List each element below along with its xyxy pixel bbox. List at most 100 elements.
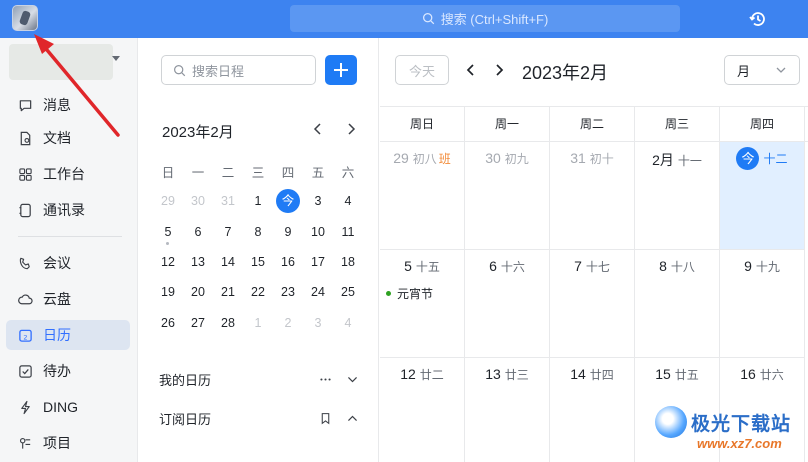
day-cell[interactable]: 6 十六	[465, 250, 550, 358]
app-logo[interactable]	[12, 5, 38, 31]
mini-prev-month-icon[interactable]	[311, 122, 325, 136]
chevron-down-icon[interactable]	[112, 56, 120, 61]
mini-day[interactable]: 26	[153, 316, 183, 330]
mini-day[interactable]: 21	[213, 285, 243, 299]
mini-day[interactable]: 28	[213, 316, 243, 330]
nav-item-docs[interactable]: 文档	[6, 123, 130, 153]
chevron-down-icon[interactable]	[346, 373, 359, 386]
day-label: 2月 十一	[635, 150, 719, 170]
mini-day[interactable]: 10	[303, 225, 333, 239]
nav-item-label: 会议	[43, 255, 71, 271]
weekday-label: 周二	[550, 107, 635, 142]
month-view: 今天 2023年2月 月 周日 周一 周二 周三 周四 29 初八班 30 初九 3…	[380, 38, 808, 462]
day-cell[interactable]: 7 十七	[550, 250, 635, 358]
day-cell[interactable]: 8 十八	[635, 250, 720, 358]
nav-item-project[interactable]: 项目	[6, 428, 130, 458]
mini-day[interactable]: 20	[183, 285, 213, 299]
mini-day[interactable]: 22	[243, 285, 273, 299]
nav-item-cloud-drive[interactable]: 云盘	[6, 284, 130, 314]
prev-month-icon[interactable]	[464, 63, 478, 77]
schedule-search-input[interactable]: 搜索日程	[161, 55, 316, 85]
more-icon[interactable]	[319, 373, 332, 386]
calendar-event[interactable]: 元宵节	[386, 285, 433, 302]
nav-item-label: 日历	[43, 327, 71, 343]
day-cell[interactable]: 5 十五 元宵节	[380, 250, 465, 358]
day-number: 12	[400, 366, 416, 382]
view-mode-select[interactable]: 月	[724, 55, 800, 85]
mini-day[interactable]: 15	[243, 255, 273, 269]
history-icon[interactable]	[748, 9, 768, 29]
weekday-header: 周日 周一 周二 周三 周四	[380, 106, 808, 142]
mini-day[interactable]: 24	[303, 285, 333, 299]
mini-day[interactable]: 8	[243, 225, 273, 239]
lunar-date: 廿六	[759, 368, 784, 382]
day-cell[interactable]: 29 初八班	[380, 142, 465, 250]
mini-day[interactable]: 11	[333, 225, 363, 239]
mini-day[interactable]: 3	[303, 316, 333, 330]
subscribed-calendar-section[interactable]: 订阅日历	[159, 408, 359, 428]
mini-day[interactable]: 14	[213, 255, 243, 269]
mini-day[interactable]: 25	[333, 285, 363, 299]
bookmark-add-icon[interactable]	[319, 412, 332, 425]
mini-day[interactable]: 4	[333, 316, 363, 330]
day-cell[interactable]: 12 廿二	[380, 358, 465, 462]
mini-week-row: 19 20 21 22 23 24 25	[153, 277, 363, 307]
mini-calendar-grid: 日 一 二 三 四 五 六 29 30 31 1 今 3 4 5 6 7 8 9…	[153, 156, 363, 338]
lunar-date: 初九	[504, 152, 529, 166]
mini-day[interactable]: 16	[273, 255, 303, 269]
mini-day[interactable]: 29	[153, 194, 183, 208]
next-month-icon[interactable]	[492, 63, 506, 77]
mini-day[interactable]: 1	[243, 194, 273, 208]
mini-day[interactable]: 19	[153, 285, 183, 299]
nav-item-todo[interactable]: 待办	[6, 356, 130, 386]
mini-day[interactable]: 30	[183, 194, 213, 208]
mini-day[interactable]: 9	[273, 225, 303, 239]
lunar-date: 初十	[589, 152, 614, 166]
add-event-button[interactable]	[325, 55, 357, 85]
day-cell[interactable]: 2月 十一	[635, 142, 720, 250]
nav-item-calendar[interactable]: 2 日历	[6, 320, 130, 350]
mini-day[interactable]: 5	[153, 225, 183, 245]
calendar-side-panel: 搜索日程 2023年2月 日 一 二 三 四 五 六 29 30 31 1 今 …	[139, 38, 379, 462]
mini-day[interactable]: 3	[303, 194, 333, 208]
day-cell[interactable]: 31 初十	[550, 142, 635, 250]
mini-week-row: 29 30 31 1 今 3 4	[153, 186, 363, 216]
nav-item-messages[interactable]: 消息	[6, 90, 130, 120]
mini-day[interactable]: 1	[243, 316, 273, 330]
chevron-up-icon[interactable]	[346, 412, 359, 425]
mini-day-today[interactable]: 今	[273, 189, 303, 214]
lunar-date: 十一	[677, 154, 702, 168]
mini-day[interactable]: 27	[183, 316, 213, 330]
mini-day[interactable]: 17	[303, 255, 333, 269]
nav-item-ding[interactable]: DING	[6, 392, 130, 422]
day-number: 7	[574, 258, 582, 274]
mini-calendar-title: 2023年2月	[162, 124, 234, 141]
day-number: 9	[744, 258, 752, 274]
day-cell-today[interactable]: 今十二	[720, 142, 805, 250]
mini-day[interactable]: 2	[273, 316, 303, 330]
mini-day[interactable]: 6	[183, 225, 213, 239]
day-cell[interactable]: 14 廿四	[550, 358, 635, 462]
day-cell[interactable]: 9 十九	[720, 250, 805, 358]
mini-day[interactable]: 31	[213, 194, 243, 208]
mini-day[interactable]: 23	[273, 285, 303, 299]
mini-day[interactable]: 7	[213, 225, 243, 239]
today-button[interactable]: 今天	[395, 55, 449, 85]
my-calendar-section[interactable]: 我的日历	[159, 369, 359, 389]
nav-item-contacts[interactable]: 通讯录	[6, 195, 130, 225]
view-mode-value: 月	[737, 63, 751, 79]
search-icon	[174, 64, 186, 76]
nav-item-meeting[interactable]: 会议	[6, 248, 130, 278]
profile-switcher[interactable]	[9, 44, 113, 80]
mini-day[interactable]: 13	[183, 255, 213, 269]
mini-day[interactable]: 12	[153, 255, 183, 269]
day-cell[interactable]: 13 廿三	[465, 358, 550, 462]
nav-item-label: 文档	[43, 130, 71, 146]
mini-day[interactable]: 4	[333, 194, 363, 208]
global-search-box[interactable]: 搜索 (Ctrl+Shift+F)	[290, 5, 680, 32]
mini-day[interactable]: 18	[333, 255, 363, 269]
day-cell[interactable]: 30 初九	[465, 142, 550, 250]
mini-next-month-icon[interactable]	[344, 122, 358, 136]
nav-item-workbench[interactable]: 工作台	[6, 159, 130, 189]
day-label: 15 廿五	[635, 366, 719, 383]
